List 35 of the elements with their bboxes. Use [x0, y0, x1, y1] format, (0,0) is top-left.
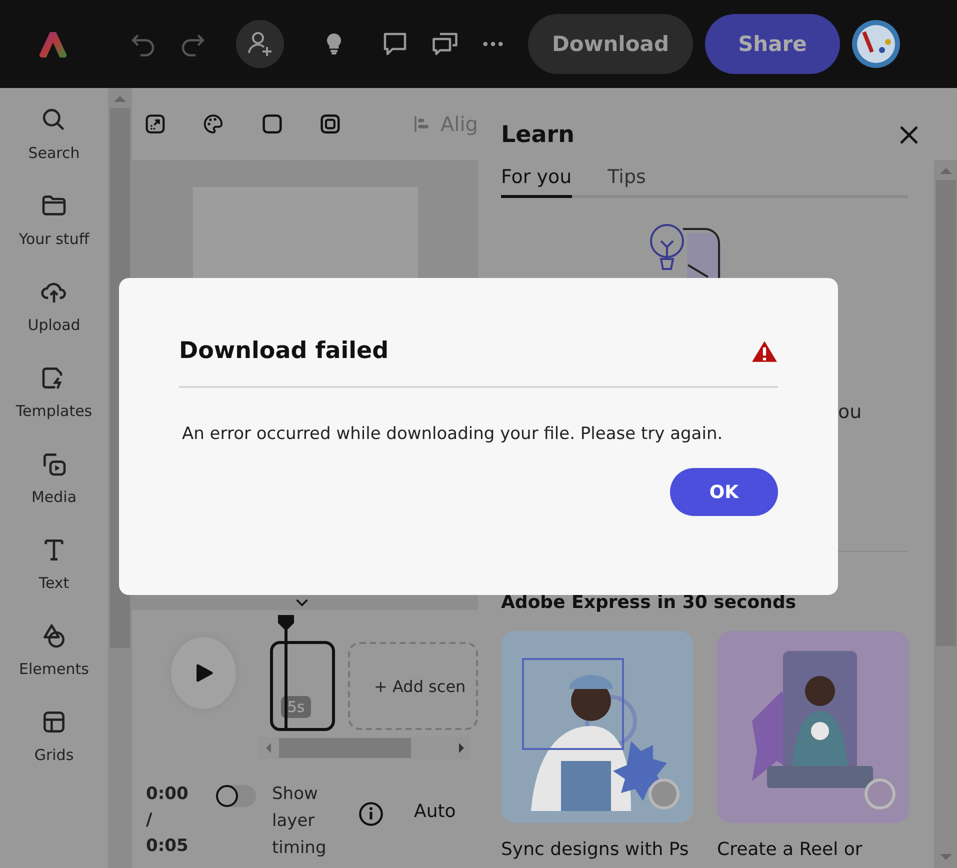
panel-title: Learn [501, 122, 574, 148]
sidebar-item[interactable]: Upload [28, 278, 80, 334]
tab[interactable]: For you [501, 166, 572, 198]
card-title[interactable]: Create a Reel or [717, 839, 909, 860]
auto-label[interactable]: Auto [414, 801, 456, 822]
sidebar-item[interactable]: Elements [19, 622, 89, 678]
tab[interactable]: Tips [608, 166, 646, 198]
toggle-label: Show layer timing [272, 783, 328, 860]
scrollbar[interactable] [934, 160, 957, 868]
avatar[interactable] [852, 20, 900, 68]
invite-icon[interactable] [236, 20, 284, 68]
warning-icon [751, 340, 778, 362]
dialog-title: Download failed [179, 338, 389, 364]
time-separator: / [146, 809, 154, 832]
toggle-switch[interactable] [216, 785, 256, 807]
play-icon [194, 663, 214, 683]
share-button[interactable]: Share [705, 14, 840, 74]
section-title: Adobe Express in 30 seconds [501, 592, 798, 613]
sidebar-item[interactable]: Grids [34, 708, 74, 764]
close-icon[interactable] [899, 125, 919, 145]
sidebar-item[interactable]: Media [31, 450, 77, 506]
dialog-message: An error occurred while downloading your file. Please try again. [182, 424, 724, 444]
chevron-down-icon[interactable] [295, 598, 309, 607]
info-icon[interactable] [358, 801, 384, 827]
sidebar-item[interactable]: Your stuff [18, 192, 90, 248]
tip-text: ou [838, 401, 862, 423]
ok-button[interactable]: OK [670, 468, 778, 516]
download-button[interactable]: Download [528, 14, 693, 74]
sidebar-item[interactable]: Search [28, 106, 80, 162]
card-title[interactable]: Sync designs with Ps [501, 839, 693, 860]
duration-badge: 5s [281, 696, 311, 718]
total-time: 0:05 [146, 835, 190, 858]
sidebar-item[interactable]: Templates [16, 364, 92, 420]
sidebar-item[interactable]: Text [38, 536, 70, 592]
current-time: 0:00 [146, 783, 190, 806]
